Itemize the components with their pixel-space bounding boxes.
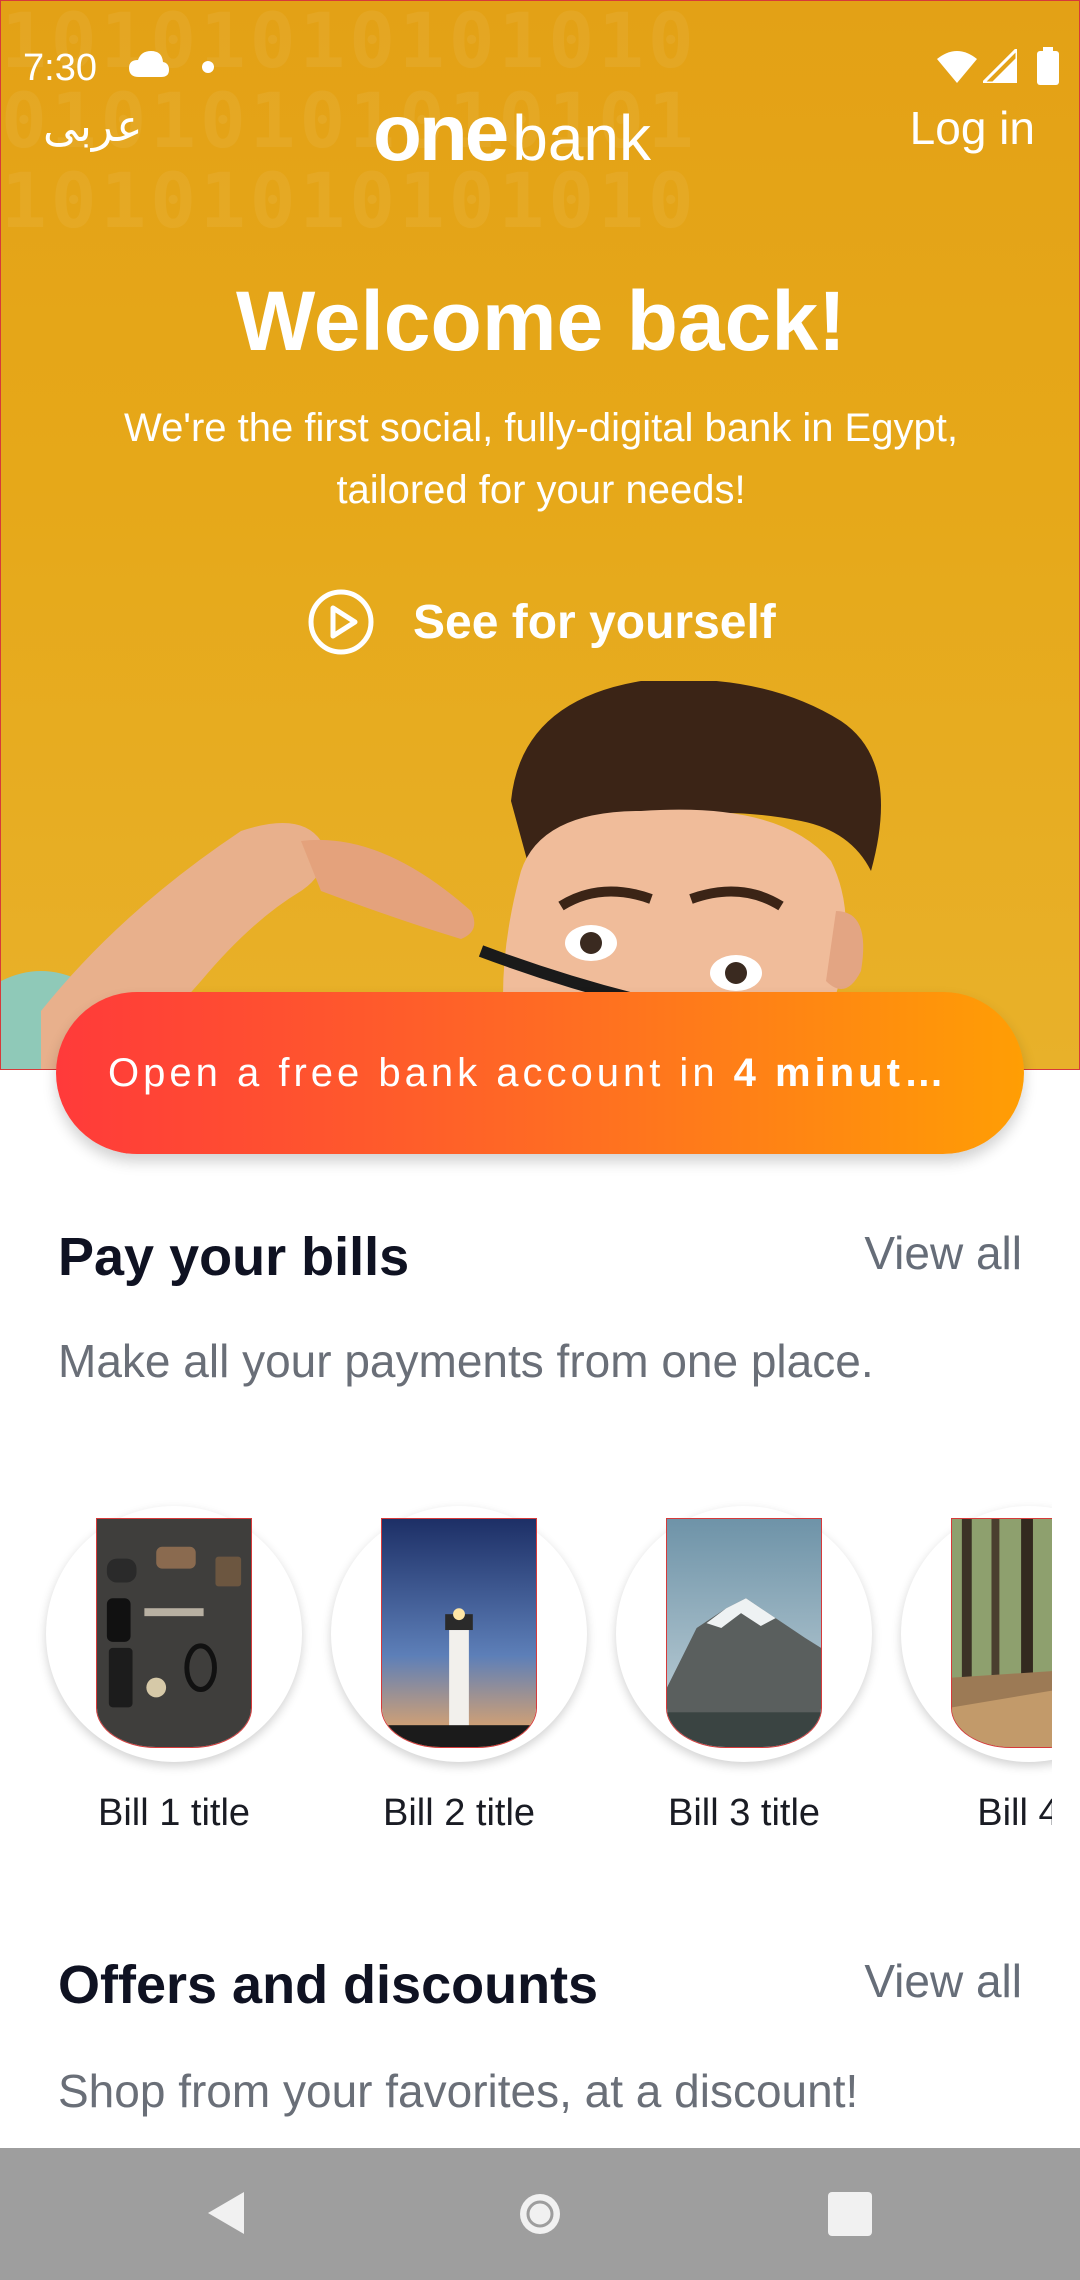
pay-bills-title: Pay your bills	[58, 1227, 410, 1287]
open-account-button[interactable]: Open a free bank account in 4 minut…	[56, 992, 1024, 1154]
play-icon	[308, 589, 374, 655]
welcome-title: Welcome back!	[235, 274, 847, 368]
status-time: 7:30	[23, 47, 97, 89]
wifi-icon	[937, 51, 977, 83]
open-account-label-prefix: Open a free bank account in	[108, 1050, 734, 1095]
language-switch-link[interactable]: عربى	[43, 101, 142, 152]
offers-view-all-link[interactable]: View all	[864, 1954, 1022, 2008]
bill-label: Bill 1 title	[97, 1792, 251, 1834]
bill-label: Bill 2 title	[382, 1792, 536, 1834]
bill-4-image	[951, 1518, 1052, 1748]
open-account-label: Open a free bank account in 4 minut…	[108, 1051, 948, 1096]
offers-title: Offers and discounts	[58, 1955, 599, 2015]
dot-icon	[202, 61, 214, 73]
hero-banner: 10101010101010 01010101010101 1010101010…	[0, 0, 1080, 1070]
logo-one-text: one	[373, 88, 509, 177]
cloud-icon	[129, 51, 169, 77]
bill-1-image	[96, 1518, 252, 1748]
system-navigation-bar	[0, 2148, 1080, 2280]
onebank-logo: one bank	[373, 88, 651, 177]
open-account-label-emphasis: 4 minut…	[733, 1050, 948, 1095]
see-for-yourself-button[interactable]: See for yourself	[307, 587, 776, 657]
battery-icon	[1037, 47, 1059, 85]
see-for-yourself-label: See for yourself	[413, 595, 776, 649]
bills-view-all-link[interactable]: View all	[864, 1226, 1022, 1280]
bill-label: Bill 4 t	[977, 1792, 1052, 1834]
logo-bank-text: bank	[512, 102, 652, 174]
bill-3-image	[666, 1518, 822, 1748]
welcome-subtitle: We're the first social, fully-digital ba…	[124, 406, 958, 512]
home-icon[interactable]	[516, 2190, 564, 2238]
recents-icon[interactable]	[828, 2192, 872, 2236]
bills-carousel[interactable]: Bill 1 title Bill 2 title Bill 3 title B…	[0, 1500, 1052, 1860]
pay-bills-description: Make all your payments from one place.	[58, 1335, 874, 1387]
bill-2-image	[381, 1518, 537, 1748]
offers-description: Shop from your favorites, at a discount!	[58, 2065, 859, 2117]
bill-label: Bill 3 title	[667, 1792, 821, 1834]
signal-icon	[983, 49, 1017, 83]
back-icon[interactable]	[204, 2190, 248, 2236]
login-link[interactable]: Log in	[910, 101, 1035, 155]
